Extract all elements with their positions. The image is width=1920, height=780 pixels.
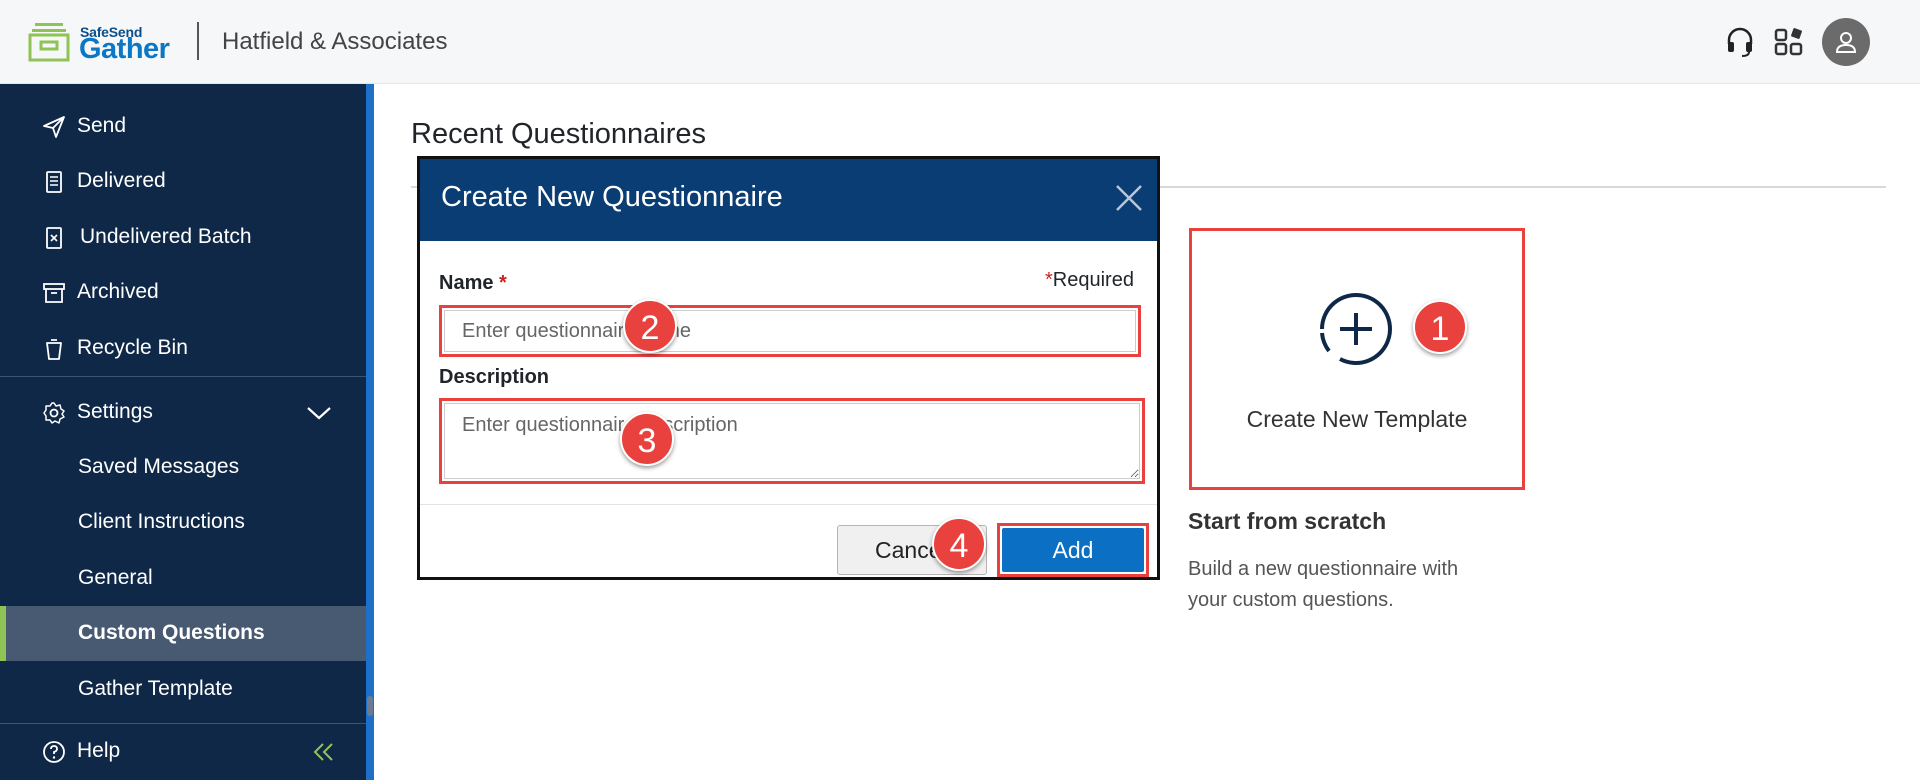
add-button[interactable]: Add [1002,528,1144,572]
sidebar-item-label: General [78,566,153,589]
start-from-scratch-description: Build a new questionnaire with your cust… [1188,558,1459,611]
document-icon [46,171,62,193]
trash-icon [46,339,62,360]
step-badge-4: 4 [932,517,986,571]
modal-title: Create New Questionnaire [441,181,783,213]
name-input[interactable] [444,310,1136,352]
create-new-template-label: Create New Template [1246,406,1468,432]
modal-footer-divider [420,504,1157,505]
close-icon[interactable] [1114,183,1144,213]
sidebar-scrollbar[interactable] [366,84,374,780]
archive-icon [43,283,65,303]
sidebar-item-label: Gather Template [78,677,233,700]
description-label: Description [439,366,550,388]
apps-grid-icon[interactable] [1773,26,1805,58]
required-star: * [499,272,507,294]
sidebar-divider [0,376,366,377]
sidebar-item-help[interactable]: Help [0,724,366,779]
sidebar-item-label: Help [77,739,121,762]
sidebar-item-label: Recycle Bin [77,336,188,359]
sidebar-item-archived[interactable]: Archived [0,265,366,320]
brand-divider [197,22,199,60]
description-field-highlight [439,398,1145,484]
required-note-text: Required [1052,269,1134,291]
sidebar-item-label: Client Instructions [78,510,245,533]
file-x-icon [46,227,62,249]
page-title: Recent Questionnaires [411,118,706,150]
headset-icon[interactable] [1724,26,1756,58]
help-icon [43,741,65,763]
step-badge-1: 1 [1413,300,1467,354]
company-name: Hatfield & Associates [222,28,448,55]
create-questionnaire-modal: Create New Questionnaire Name * *Require… [417,156,1160,580]
required-note: *Required [1045,269,1134,292]
description-textarea[interactable] [444,403,1140,479]
sidebar-item-label: Delivered [77,169,166,192]
modal-header: Create New Questionnaire [420,159,1157,241]
sidebar-item-gather-template[interactable]: Gather Template [0,662,366,717]
sidebar-item-label: Saved Messages [78,455,240,478]
name-label-text: Name [439,272,494,294]
step-badge-3: 3 [620,412,674,466]
sidebar-item-saved-messages[interactable]: Saved Messages [0,440,366,495]
scrollbar-thumb[interactable] [367,696,373,716]
start-from-scratch-title: Start from scratch [1188,508,1387,534]
app-header: SafeSend Gather Hatfield & Associates [0,0,1920,84]
user-icon [1835,32,1857,53]
sidebar-item-custom-questions[interactable]: Custom Questions [0,606,366,661]
brand-name: Gather [79,33,170,65]
add-button-highlight: Add [997,523,1149,577]
send-icon [43,116,65,138]
sidebar-item-label: Undelivered Batch [80,225,252,248]
sidebar-item-label: Send [77,114,127,137]
sidebar-item-delivered[interactable]: Delivered [0,154,366,209]
sidebar-item-send[interactable]: Send [0,99,366,154]
sidebar-item-undelivered-batch[interactable]: Undelivered Batch [0,210,366,265]
required-star: * [1045,269,1053,291]
sidebar-item-label: Archived [77,280,159,303]
sidebar: Send Delivered Undelivered Batch Archive… [0,84,366,780]
name-label: Name * [439,272,507,295]
step-badge-2: 2 [623,299,677,353]
sidebar-item-label: Custom Questions [78,621,265,644]
sidebar-item-settings[interactable]: Settings [0,385,366,440]
sidebar-item-general[interactable]: General [0,551,366,606]
collapse-sidebar-icon[interactable] [312,742,336,762]
plus-circle-icon [1320,293,1392,365]
chevron-down-icon[interactable] [306,403,332,423]
sidebar-item-client-instructions[interactable]: Client Instructions [0,495,366,550]
gear-icon [43,402,65,424]
name-field-highlight [439,305,1141,357]
sidebar-item-label: Settings [77,400,153,423]
sidebar-item-recycle-bin[interactable]: Recycle Bin [0,321,366,376]
user-avatar[interactable] [1822,18,1870,66]
gather-logo-icon [28,23,70,62]
create-new-template-card[interactable]: Create New Template [1189,228,1525,490]
